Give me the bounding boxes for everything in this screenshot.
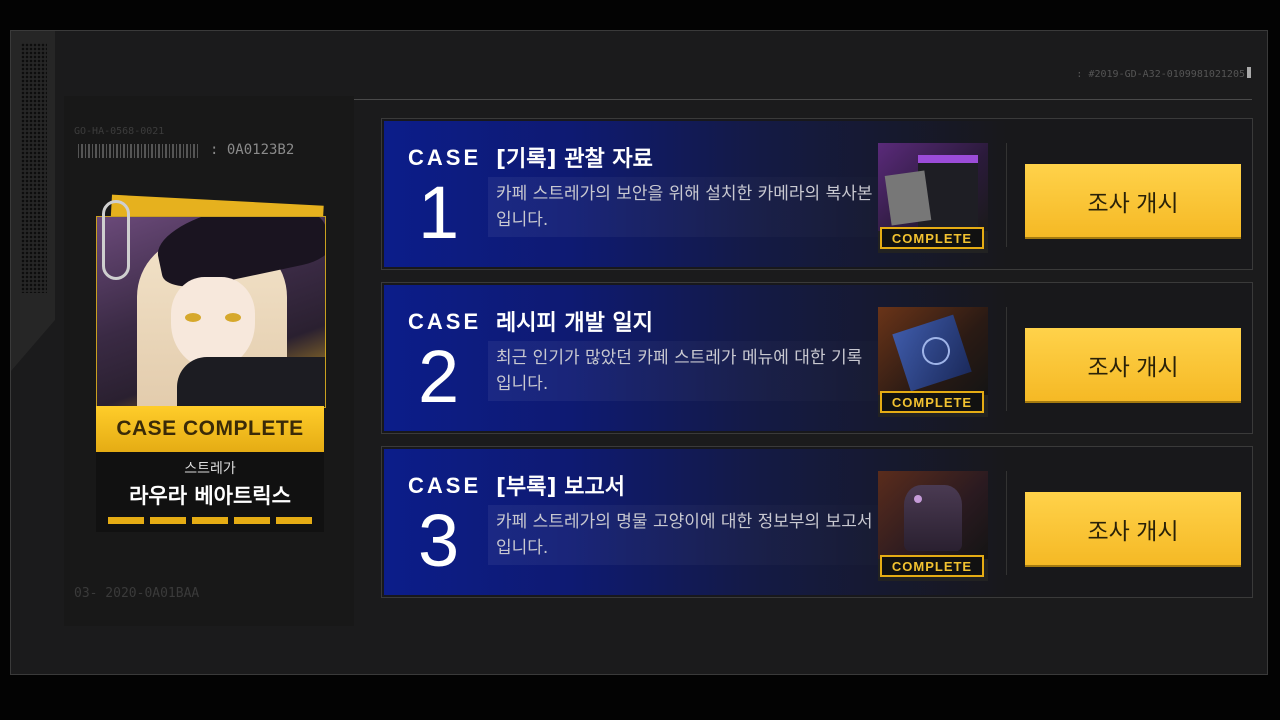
- start-investigation-button[interactable]: 조사 개시: [1025, 328, 1241, 401]
- portrait-face: [171, 277, 255, 369]
- portrait-coat: [177, 357, 325, 407]
- case-thumbnail: COMPLETE: [878, 307, 988, 417]
- dot-pattern: [21, 43, 47, 293]
- case-label: CASE: [408, 145, 482, 170]
- start-investigation-button[interactable]: 조사 개시: [1025, 492, 1241, 565]
- progress-pips: [108, 517, 312, 524]
- case-title: [부록] 보고서: [496, 475, 625, 500]
- complete-badge: COMPLETE: [880, 391, 984, 413]
- character-card[interactable]: CASE COMPLETE 스트레가 라우라 베아트릭스: [96, 194, 326, 532]
- case-thumbnail: COMPLETE: [878, 143, 988, 253]
- complete-badge: COMPLETE: [880, 227, 984, 249]
- serial-code: : #2019-GD-A32-0109981021205: [1076, 67, 1251, 80]
- progress-pip: [276, 517, 312, 524]
- case-title: [기록] 관찰 자료: [496, 147, 653, 172]
- case-description: 최근 인기가 많았던 카페 스트레가 메뉴에 대한 기록입니다.: [496, 348, 863, 394]
- decor-code-bottom: 03- 2020-0A01BAA: [74, 586, 200, 601]
- case-row-3: CASE 3 [부록] 보고서 카페 스트레가의 명물 고양이에 대한 정보부의…: [381, 446, 1253, 598]
- decor-code-top: GO-HA-0568-0021: [74, 126, 165, 137]
- case-divider: [1006, 143, 1007, 247]
- progress-pip: [108, 517, 144, 524]
- case-number: 1: [418, 171, 460, 254]
- left-rail: [11, 31, 55, 371]
- case-label: CASE: [408, 473, 482, 498]
- case-thumbnail: COMPLETE: [878, 471, 988, 581]
- character-info: 스트레가 라우라 베아트릭스: [96, 452, 324, 532]
- case-description: 카페 스트레가의 명물 고양이에 대한 정보부의 보고서입니다.: [496, 512, 873, 558]
- case-divider: [1006, 307, 1007, 411]
- case-row-1: CASE 1 [기록] 관찰 자료 카페 스트레가의 보안을 위해 설치한 카메…: [381, 118, 1253, 270]
- case-description: 카페 스트레가의 보안을 위해 설치한 카메라의 복사본입니다.: [496, 184, 873, 230]
- document-folder-icon: [878, 143, 988, 231]
- case-label: CASE: [408, 309, 482, 334]
- paperclip-icon: [102, 200, 130, 280]
- recipe-book-icon: [878, 307, 988, 395]
- character-portrait: [96, 216, 326, 408]
- cat-report-icon: [878, 471, 988, 559]
- barcode-code: : 0A0123B2: [210, 142, 295, 158]
- portrait-eye: [185, 313, 201, 322]
- complete-badge: COMPLETE: [880, 555, 984, 577]
- progress-pip: [192, 517, 228, 524]
- case-row-2: CASE 2 레시피 개발 일지 최근 인기가 많았던 카페 스트레가 메뉴에 …: [381, 282, 1253, 434]
- case-divider: [1006, 471, 1007, 575]
- character-subtitle: 스트레가: [184, 461, 236, 477]
- progress-pip: [234, 517, 270, 524]
- case-number: 2: [418, 335, 460, 418]
- barcode: [78, 144, 198, 158]
- portrait-eye: [225, 313, 241, 322]
- case-number: 3: [418, 499, 460, 582]
- progress-pip: [150, 517, 186, 524]
- case-complete-banner: CASE COMPLETE: [96, 406, 324, 452]
- character-name: 라우라 베아트릭스: [129, 484, 291, 508]
- start-investigation-button[interactable]: 조사 개시: [1025, 164, 1241, 237]
- case-title: 레시피 개발 일지: [496, 311, 653, 336]
